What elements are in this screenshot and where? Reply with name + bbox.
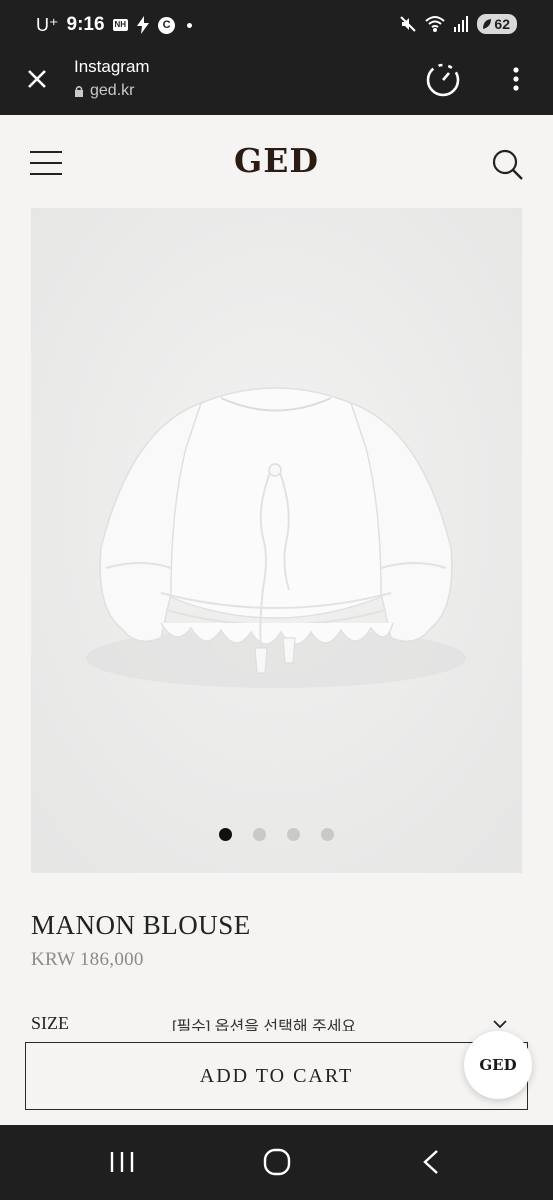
- chat-button[interactable]: GED: [464, 1031, 532, 1099]
- search-icon[interactable]: [490, 147, 524, 181]
- add-to-cart-button[interactable]: ADD TO CART: [25, 1042, 528, 1110]
- close-icon[interactable]: [20, 62, 54, 96]
- blouse-illustration: [31, 208, 522, 873]
- home-icon[interactable]: [257, 1147, 297, 1177]
- carousel-dot-1[interactable]: [219, 828, 232, 841]
- browser-title: Instagram: [74, 57, 150, 76]
- signal-icon: [454, 16, 469, 32]
- product-price: KRW 186,000: [31, 949, 144, 970]
- carousel-dots: [31, 828, 522, 841]
- carousel-dot-2[interactable]: [253, 828, 266, 841]
- brand-logo[interactable]: GED: [0, 141, 553, 180]
- recent-apps-icon[interactable]: [102, 1147, 142, 1177]
- product-image[interactable]: [31, 208, 522, 873]
- system-navigation-bar: [0, 1125, 553, 1200]
- status-bar: U⁺ 9:16 NH C 62: [0, 0, 553, 48]
- browser-url: ged.kr: [74, 82, 134, 100]
- browser-url-text: ged.kr: [90, 82, 135, 99]
- site-header: GED: [0, 115, 553, 207]
- size-selector[interactable]: SIZE [필수] 옵션을 선택해 주세요: [31, 1013, 521, 1031]
- carousel-dot-4[interactable]: [321, 828, 334, 841]
- back-icon[interactable]: [411, 1147, 451, 1177]
- battery-leaf-icon: [483, 19, 492, 29]
- notification-badge-icon: NH: [112, 19, 129, 31]
- size-label: SIZE: [31, 1013, 69, 1031]
- lock-icon: [75, 86, 83, 97]
- mute-icon: [400, 16, 417, 32]
- battery-level: 62: [494, 16, 510, 32]
- page-load-timer-icon[interactable]: [424, 61, 462, 99]
- more-options-icon[interactable]: [500, 62, 532, 96]
- product-name: MANON BLOUSE: [31, 910, 251, 940]
- carousel-dot-3[interactable]: [287, 828, 300, 841]
- c-circle-icon: C: [158, 16, 176, 34]
- more-notifications-dot-icon: [187, 22, 193, 28]
- in-app-browser-toolbar: Instagram ged.kr: [0, 48, 553, 115]
- chevron-down-icon: [493, 1020, 507, 1029]
- wifi-icon: [425, 16, 446, 32]
- size-select-value[interactable]: [필수] 옵션을 선택해 주세요: [172, 1013, 356, 1031]
- carrier-label: U⁺: [36, 14, 59, 35]
- battery-indicator: 62: [477, 14, 517, 34]
- status-time: 9:16: [66, 14, 105, 35]
- lightning-icon: [137, 16, 150, 34]
